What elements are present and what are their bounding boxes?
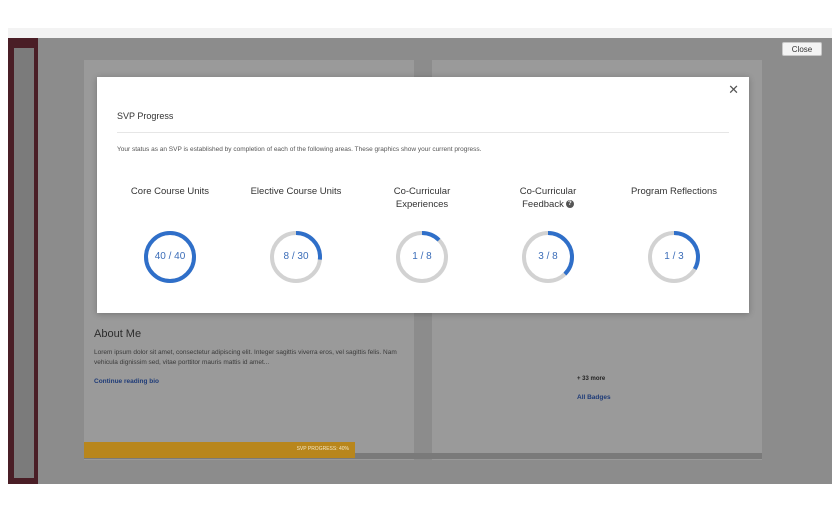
progress-ring: 1 / 8 (394, 229, 450, 285)
progress-ring: 8 / 30 (268, 229, 324, 285)
progress-ring: 1 / 3 (646, 229, 702, 285)
overlay-close-button[interactable]: Close (782, 42, 822, 56)
close-icon[interactable]: ✕ (728, 83, 739, 97)
continue-reading-link[interactable]: Continue reading bio (94, 378, 159, 385)
svp-progress-label: SVP PROGRESS: 40% (296, 446, 349, 452)
progress-value: 40 / 40 (154, 251, 186, 262)
about-text: Lorem ipsum dolor sit amet, consectetur … (94, 349, 397, 366)
modal-description: Your status as an SVP is established by … (117, 146, 482, 153)
more-badges-count: + 33 more (577, 376, 606, 382)
progress-item-elective: Elective Course Units 8 / 30 (233, 185, 359, 283)
progress-item-label: Co-Curricular Feedback? (519, 186, 577, 210)
progress-value: 3 / 8 (538, 251, 558, 262)
progress-item-experiences: Co-Curricular Experiences 1 / 8 (359, 185, 485, 283)
svp-progress-modal: ✕ SVP Progress Your status as an SVP is … (97, 77, 749, 313)
progress-ring: 3 / 8 (520, 229, 576, 285)
progress-value: 1 / 8 (412, 251, 432, 262)
modal-title: SVP Progress (117, 111, 174, 121)
progress-item-label: Program Reflections (630, 186, 718, 197)
progress-value: 1 / 3 (664, 251, 684, 262)
all-badges-link[interactable]: All Badges (577, 394, 611, 401)
progress-item-label: Co-Curricular Experiences (393, 186, 451, 210)
progress-item-feedback: Co-Curricular Feedback? 3 / 8 (485, 185, 611, 283)
help-icon[interactable]: ? (565, 200, 574, 209)
divider (117, 132, 729, 133)
progress-item-reflections: Program Reflections 1 / 3 (611, 185, 737, 283)
progress-item-core: Core Course Units 40 / 40 (107, 185, 233, 283)
progress-item-label: Core Course Units (130, 186, 210, 197)
about-title: About Me (94, 328, 142, 340)
page-top-strip (8, 28, 832, 38)
progress-value: 8 / 30 (283, 251, 309, 262)
progress-ring: 40 / 40 (142, 229, 198, 285)
svp-progress-bar: SVP PROGRESS: 40% (84, 442, 355, 458)
progress-columns: Core Course Units 40 / 40 Elective Cours… (107, 185, 739, 295)
left-sidebar-edge (8, 38, 38, 484)
progress-item-label: Elective Course Units (250, 186, 342, 197)
